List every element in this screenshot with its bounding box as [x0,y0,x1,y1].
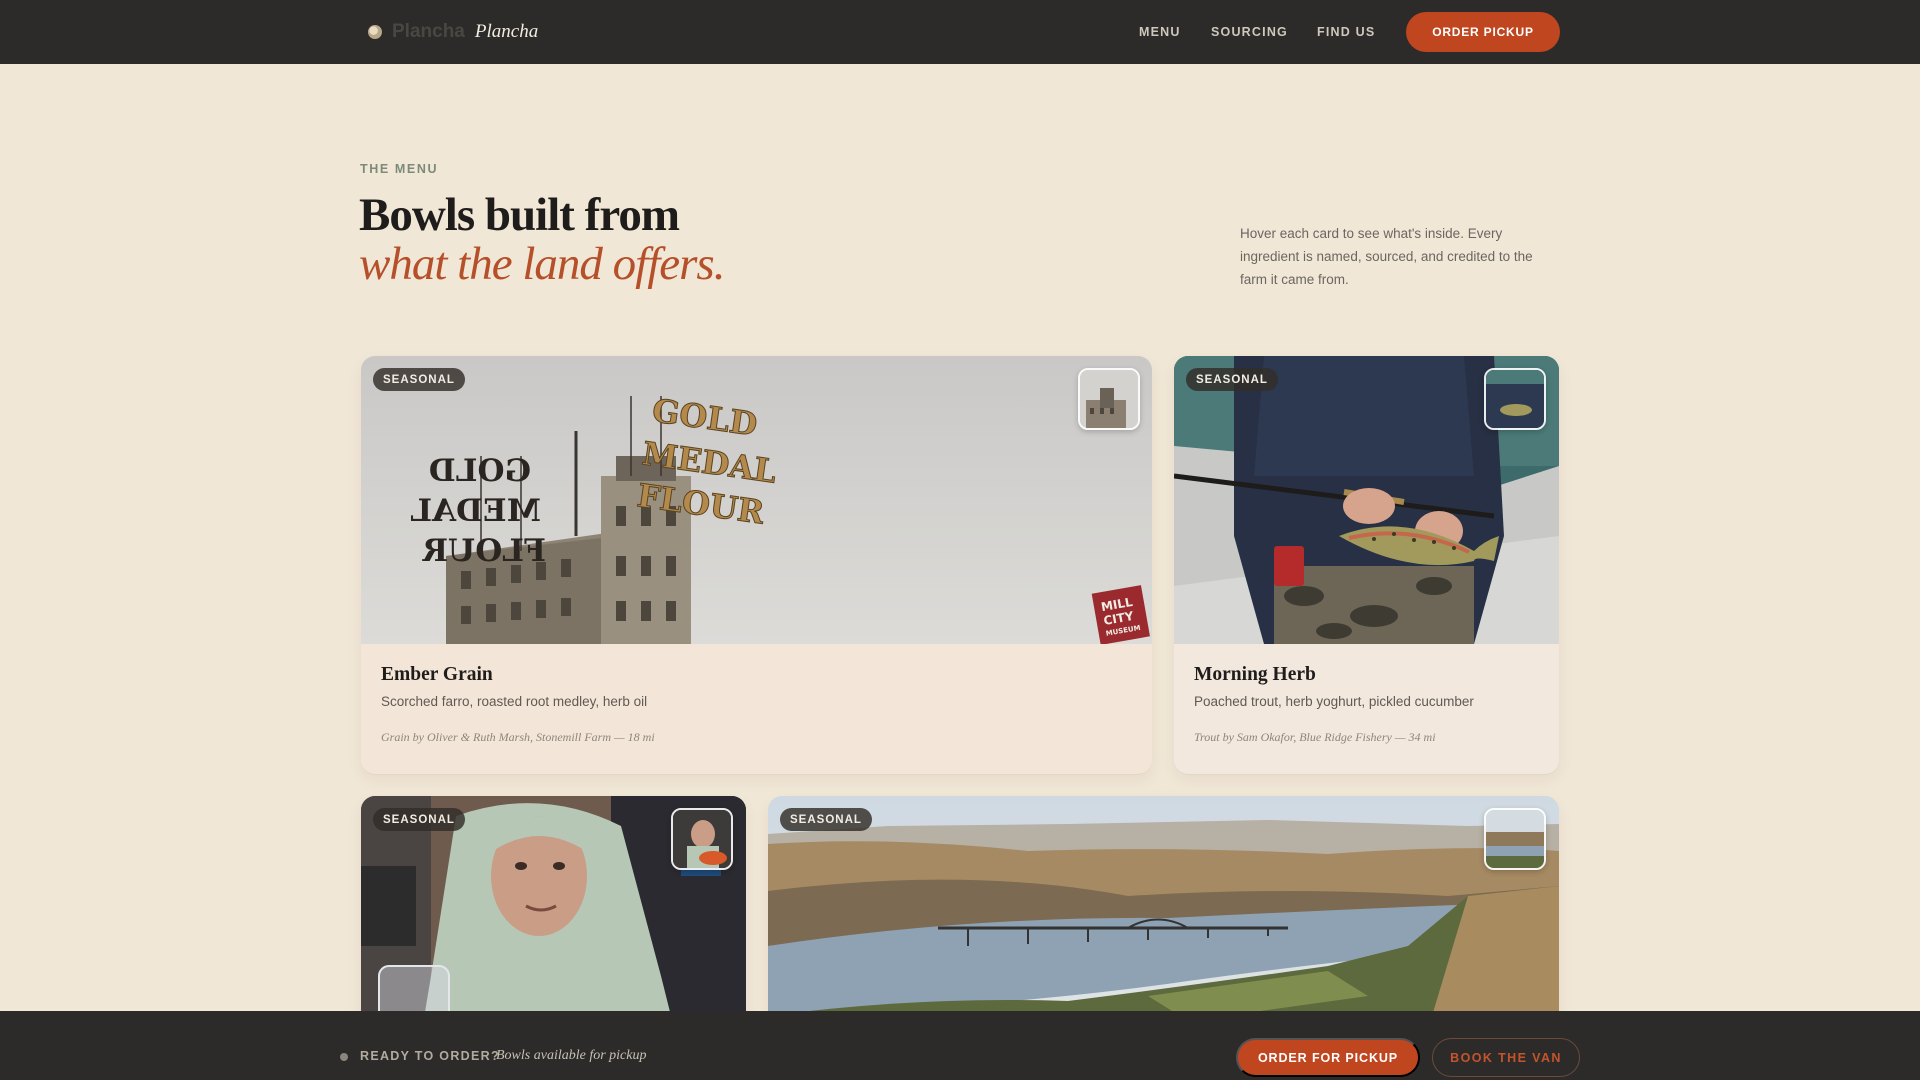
order-for-pickup-button[interactable]: ORDER FOR PICKUP [1236,1038,1420,1077]
menu-card-ember-grain[interactable]: GOLD MEDAL FLOUR GOLD MEDAL FLOUR MILL C… [361,356,1152,774]
thumbnail-diner-image [673,810,731,868]
brand-wordmark: Plancha [392,21,465,42]
ingredient-thumbnail[interactable] [671,808,733,870]
seasonal-badge: SEASONAL [373,808,465,831]
brand-logo[interactable]: Plancha Plancha [368,18,538,46]
ready-to-order-label: READY TO ORDER? [360,1049,500,1063]
nav-sourcing[interactable]: SOURCING [1211,25,1288,39]
card-title: Morning Herb [1194,664,1316,685]
mill-building-photo: GOLD MEDAL FLOUR GOLD MEDAL FLOUR MILL C… [361,356,1152,644]
page-title-italic: what the land offers. [359,238,725,290]
card-credit: Trout by Sam Okafor, Blue Ridge Fishery … [1194,730,1436,744]
top-navbar: Plancha Plancha MENU SOURCING FIND US OR… [0,0,1920,64]
section-eyebrow: THE MENU [360,162,439,176]
svg-text:FLOUR: FLOUR [422,533,546,569]
card-description: Scorched farro, roasted root medley, her… [381,694,648,709]
ingredient-thumbnail[interactable] [1484,368,1546,430]
card-body: Ember Grain Scorched farro, roasted root… [361,644,1152,774]
ingredient-thumbnail[interactable] [1484,808,1546,870]
svg-text:MEDAL: MEDAL [410,493,541,529]
ingredient-thumbnail[interactable] [1078,368,1140,430]
thumbnail-mill-image [1080,370,1138,428]
svg-text:GOLD: GOLD [429,453,531,489]
book-the-van-button[interactable]: BOOK THE VAN [1432,1038,1580,1077]
card-photo: SEASONAL [1174,356,1559,644]
seasonal-badge: SEASONAL [780,808,872,831]
order-pickup-button[interactable]: ORDER PICKUP [1406,12,1560,52]
logo-mark-icon [368,25,382,39]
card-body: Morning Herb Poached trout, herb yoghurt… [1174,644,1559,774]
menu-card-morning-herb[interactable]: SEASONAL Morning Herb Poached trout, her… [1174,356,1559,774]
brand-italic-wordmark: Plancha [474,21,539,42]
thumbnail-gorge-image [1486,810,1544,868]
status-dot-icon [340,1053,348,1061]
card-description: Poached trout, herb yoghurt, pickled cuc… [1194,694,1474,709]
seasonal-badge: SEASONAL [373,368,465,391]
sticky-order-bar: READY TO ORDER? Bowls available for pick… [0,1011,1920,1080]
seasonal-badge: SEASONAL [1186,368,1278,391]
menu-intro-text: Hover each card to see what's inside. Ev… [1240,226,1533,287]
nav-menu[interactable]: MENU [1139,25,1181,39]
page-title: Bowls built from [359,189,680,241]
card-photo: GOLD MEDAL FLOUR GOLD MEDAL FLOUR MILL C… [361,356,1152,644]
thumbnail-trout-image [1486,370,1544,428]
nav-find-us[interactable]: FIND US [1317,25,1375,39]
card-title: Ember Grain [381,664,493,685]
pickup-availability-text: Bowls available for pickup [496,1048,647,1063]
card-credit: Grain by Oliver & Ruth Marsh, Stonemill … [381,730,655,744]
